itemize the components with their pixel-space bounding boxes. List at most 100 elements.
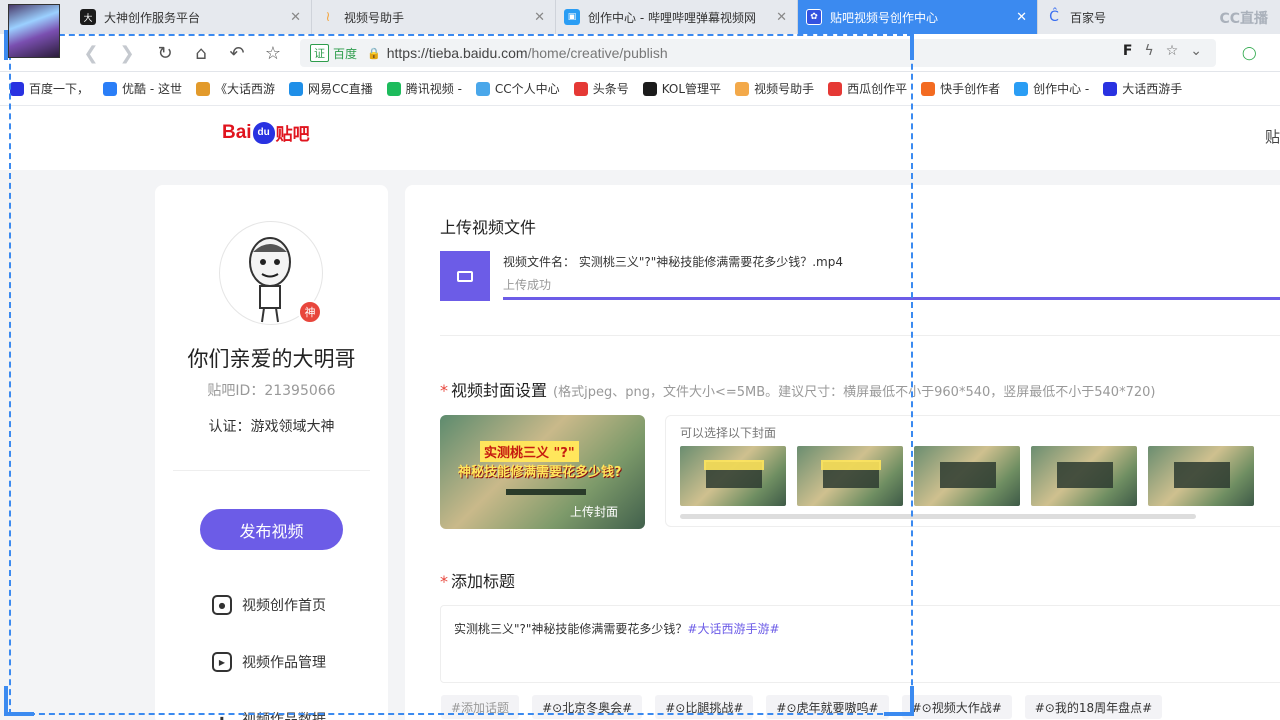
title-input[interactable]: 实测桃三义"?"神秘技能修满需要花多少钱？#大话西游手游# [440, 605, 1280, 683]
bookmark-item[interactable]: 头条号 [573, 80, 629, 97]
tab-baijiahao[interactable]: Ĉ 百家号 [1038, 0, 1188, 34]
user-name: 你们亲爱的大明哥 [187, 347, 356, 371]
extension-f-icon[interactable]: F [1123, 43, 1133, 59]
recording-corner [4, 712, 34, 716]
dropdown-chevron-icon[interactable]: ⌄ [1190, 43, 1202, 59]
address-bar[interactable]: 证 百度 🔒 https://tieba.baidu.com/home/crea… [300, 39, 1216, 67]
bookmark-star-icon[interactable]: ☆ [260, 40, 286, 66]
browser-tab-strip: 大 大神创作服务平台 ✕ ≀ 视频号助手 ✕ ▣ 创作中心 - 哔哩哔哩弹幕视频… [0, 0, 1280, 58]
forward-icon[interactable]: ❯ [114, 40, 140, 66]
upload-progress-fill [503, 297, 1280, 300]
undo-icon[interactable]: ↶ [224, 40, 250, 66]
bookmark-item[interactable]: 网易CC直播 [289, 80, 373, 97]
tieba-header: Bai du 贴吧 贴 [0, 106, 1280, 170]
profile-card: 神 你们亲爱的大明哥 贴吧ID：21395066 认证：游戏领域大神 发布视频 … [155, 185, 388, 720]
divider [440, 335, 1280, 336]
home-icon: ● [212, 595, 232, 615]
bookmark-item[interactable]: 《大话西游 [195, 80, 275, 97]
cover-option[interactable] [914, 446, 1020, 506]
bookmark-item[interactable]: 视频号助手 [735, 80, 814, 97]
dahua-icon [195, 81, 210, 96]
bilibili-icon: ▣ [564, 9, 580, 25]
bookmarks-bar: 百度一下， 优酷 - 这世 《大话西游 网易CC直播 腾讯视频 - CC个人中心 头条号 KO… [0, 72, 1280, 106]
upload-status: 上传成功 [503, 278, 552, 292]
upload-section-title: 上传视频文件 [440, 218, 537, 237]
add-topic-chip[interactable]: #添加话题 [441, 695, 520, 719]
profile-icon[interactable]: ◯ [1242, 41, 1280, 65]
cover-game-ui [506, 489, 586, 495]
certificate-badge[interactable]: 证 [310, 44, 329, 62]
tab-tieba-creator[interactable]: ✿ 贴吧视频号创作中心 ✕ [798, 0, 1038, 34]
topic-chip[interactable]: #⊙虎年就要嗷呜# [766, 695, 889, 719]
current-cover[interactable]: 实测桃三义 "?" 神秘技能修满需要花多少钱? 上传封面 [440, 415, 645, 529]
topic-chip[interactable]: #⊙北京冬奥会# [532, 695, 643, 719]
bookmark-item[interactable]: 百度一下， [10, 80, 89, 97]
bookmark-item[interactable]: KOL管理平 [642, 80, 721, 97]
close-icon[interactable]: ✕ [776, 10, 787, 25]
menu-works-management[interactable]: ▶ 视频作品管理 [212, 652, 326, 672]
header-right-link[interactable]: 贴 [1265, 126, 1280, 147]
upload-progress-bar [503, 297, 1280, 300]
tab-wechat-channels[interactable]: ≀ 视频号助手 ✕ [312, 0, 556, 34]
cover-option[interactable] [1031, 446, 1137, 506]
play-icon: ▶ [212, 652, 232, 672]
menu-creation-home[interactable]: ● 视频创作首页 [212, 595, 326, 615]
title-hashtag[interactable]: #大话西游手游# [687, 622, 779, 636]
video-file-name: 视频文件名： 实测桃三义"?"神秘技能修满需要花多少钱？.mp4 [503, 255, 843, 269]
cover-option[interactable] [797, 446, 903, 506]
xigua-icon [828, 81, 843, 96]
wechat-channels-icon [735, 81, 750, 96]
bookmark-item[interactable]: 快手创作者 [921, 80, 1000, 97]
cover-hint: (格式jpeg、png，文件大小<=5MB。建议尺寸：横屏最低不小于960*54… [553, 385, 1156, 400]
baidu-paw-icon [10, 81, 24, 96]
cover-section-title: * 视频封面设置 (格式jpeg、png，文件大小<=5MB。建议尺寸：横屏最低不小… [440, 381, 1156, 400]
bookmark-item[interactable]: CC个人中心 [475, 80, 560, 97]
cc-icon [475, 81, 490, 96]
tieba-logo[interactable]: Bai du 贴吧 [222, 120, 310, 145]
bilibili-icon [1014, 81, 1029, 96]
baijiahao-icon: Ĉ [1049, 9, 1059, 25]
wechat-channels-icon: ≀ [325, 9, 331, 25]
menu-works-data[interactable]: ▮ 视频作品数据 [212, 709, 326, 720]
bookmark-item[interactable]: 腾讯视频 - [386, 80, 462, 97]
cover-picker-scrollbar[interactable] [680, 514, 1196, 519]
close-icon[interactable]: ✕ [290, 10, 301, 25]
back-icon[interactable]: ❮ [78, 40, 104, 66]
dashen-icon: 大 [80, 9, 96, 25]
topic-chip[interactable]: #⊙视频大作战# [901, 695, 1012, 719]
browser-toolbar: ❮ ❯ ↻ ⌂ ↶ ☆ 证 百度 🔒 https://tieba.baidu.c… [0, 34, 1280, 72]
lightning-icon[interactable]: ϟ [1144, 43, 1153, 59]
bookmark-item[interactable]: 创作中心 - [1014, 80, 1089, 97]
reload-icon[interactable]: ↻ [152, 40, 178, 66]
topic-chip[interactable]: #⊙比腿挑战# [655, 695, 754, 719]
publish-video-button[interactable]: 发布视频 [200, 509, 343, 550]
required-mark: * [440, 381, 448, 400]
god-badge: 神 [298, 300, 322, 324]
certification-label: 认证：游戏领域大神 [208, 419, 335, 435]
certificate-owner: 百度 [333, 46, 358, 61]
close-icon[interactable]: ✕ [534, 10, 545, 25]
favorite-star-icon[interactable]: ☆ [1166, 43, 1179, 59]
bookmark-item[interactable]: 大话西游手 [1103, 80, 1182, 97]
required-mark: * [440, 572, 448, 591]
url-text[interactable]: https://tieba.baidu.com/home/creative/pu… [387, 45, 668, 61]
toutiao-icon [573, 81, 588, 96]
close-icon[interactable]: ✕ [1016, 10, 1027, 25]
recording-corner [4, 686, 8, 716]
cover-option[interactable] [680, 446, 786, 506]
youku-icon [103, 81, 118, 96]
cover-picker-label: 可以选择以下封面 [680, 426, 777, 440]
baidu-paw-icon: du [252, 121, 275, 144]
divider [173, 470, 370, 471]
lock-icon: 🔒 [367, 46, 381, 60]
cover-option[interactable] [1148, 446, 1254, 506]
tab-bilibili[interactable]: ▣ 创作中心 - 哔哩哔哩弹幕视频网 ✕ [556, 0, 798, 34]
cover-picker: 可以选择以下封面 [665, 415, 1280, 527]
cc-live-logo: CC直播 [1219, 11, 1268, 27]
topic-chip[interactable]: #⊙我的18周年盘点# [1024, 695, 1163, 719]
tab-dashen[interactable]: 大 大神创作服务平台 ✕ [72, 0, 312, 34]
bookmark-item[interactable]: 西瓜创作平 [828, 80, 907, 97]
bookmark-item[interactable]: 优酷 - 这世 [103, 80, 182, 97]
upload-cover-button[interactable]: 上传封面 [570, 503, 618, 520]
home-icon[interactable]: ⌂ [188, 40, 214, 66]
